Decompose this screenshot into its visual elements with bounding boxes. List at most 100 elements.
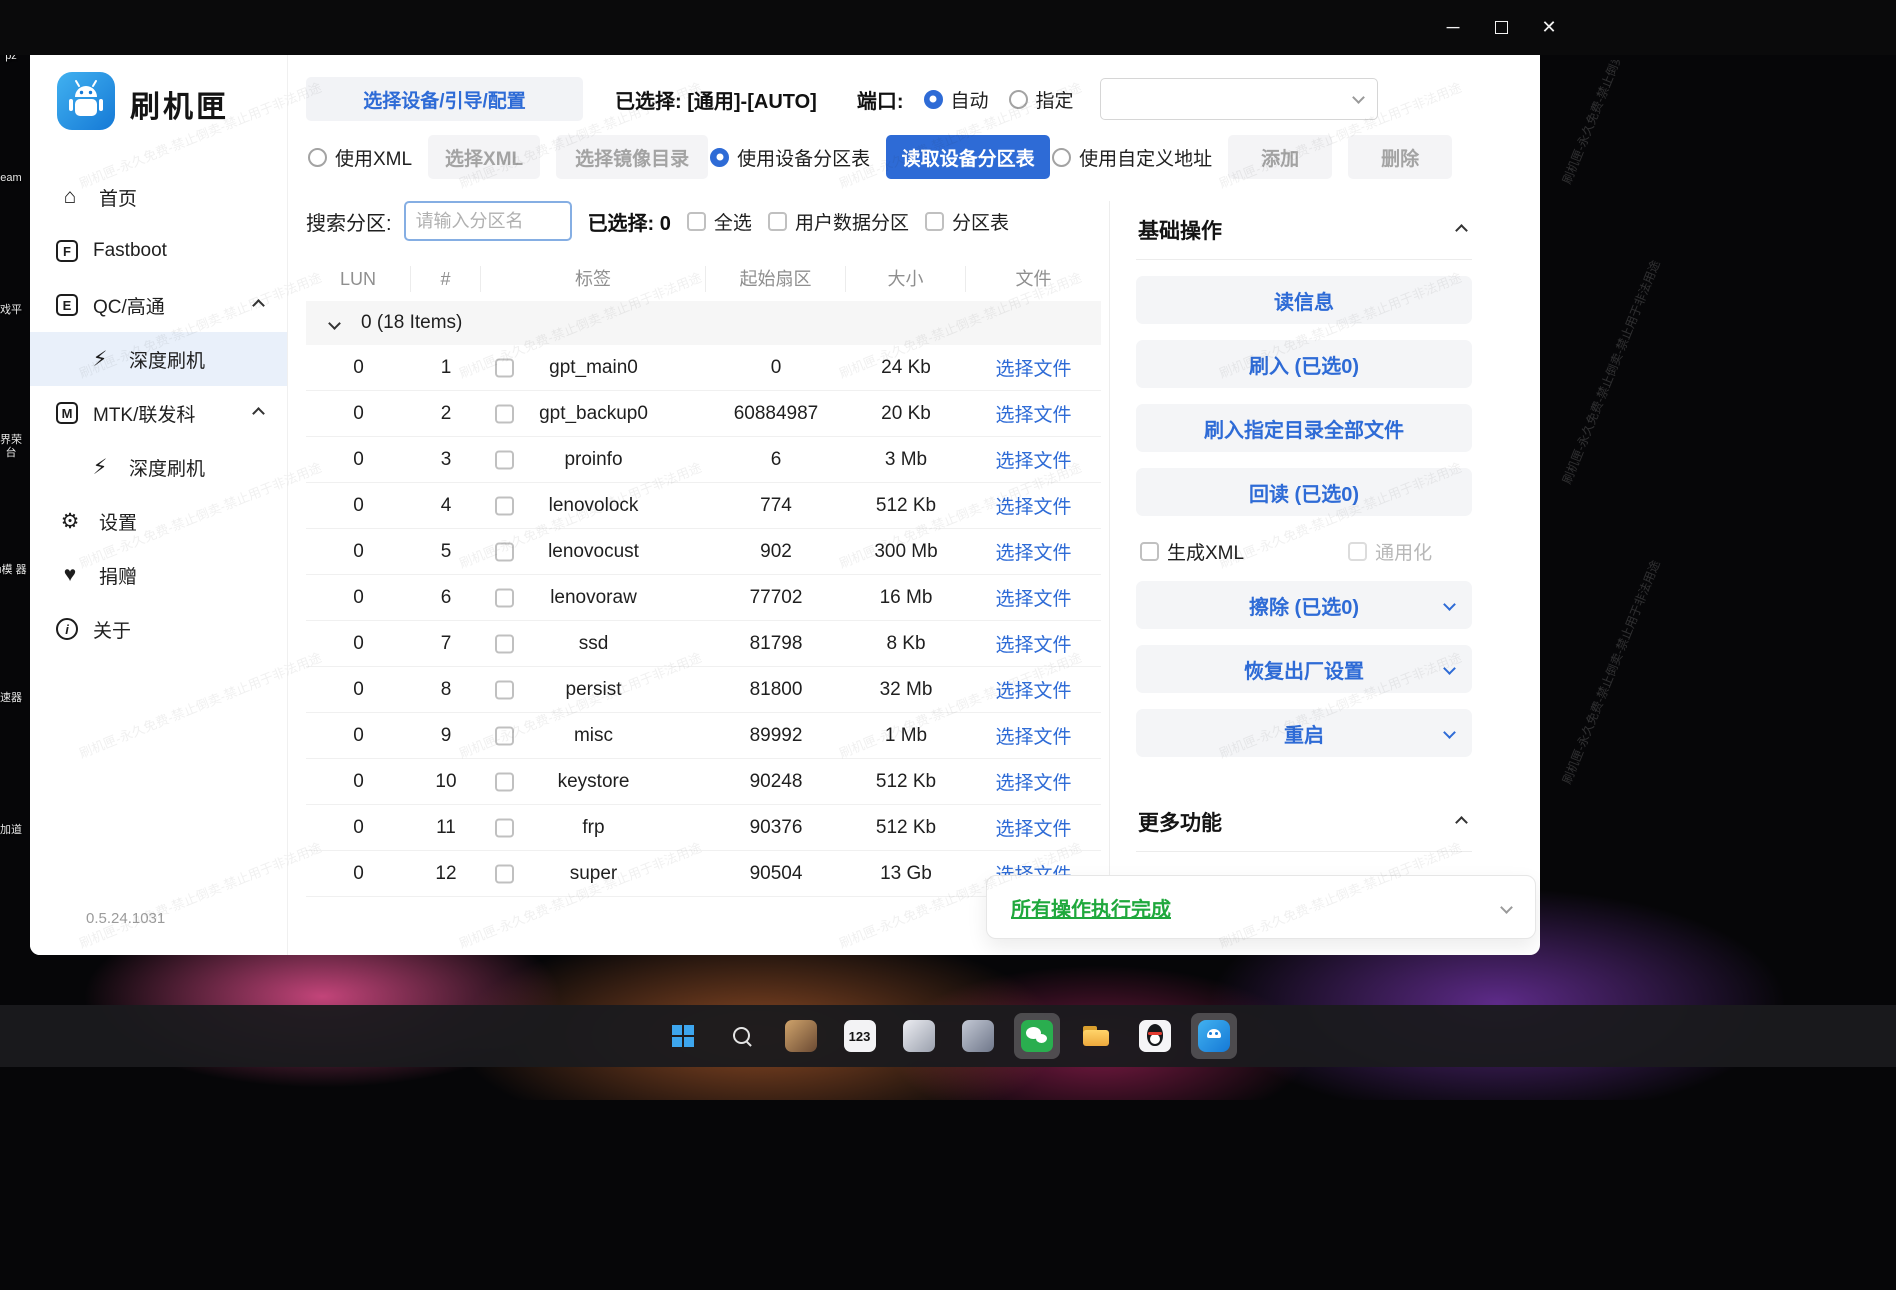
selected-device-caption: 已选择: [615,91,682,113]
table-row: 0 3 proinfo 6 3 Mb 选择文件 [306,437,1101,483]
row-checkbox[interactable] [495,726,514,745]
choose-file-link[interactable]: 选择文件 [995,635,1071,656]
use-xml-radio[interactable]: 使用XML [308,144,412,171]
partition-list-area: 搜索分区: 已选择: 0 全选 用户数据分区 [288,201,1110,897]
window-titlebar: ─ ✕ [0,0,1896,55]
choose-file-link[interactable]: 选择文件 [995,727,1071,748]
desktop-icon-5[interactable]: 速器 [0,688,28,705]
readback-button[interactable]: 回读 (已选0) [1136,468,1472,516]
read-device-table-button[interactable]: 读取设备分区表 [886,135,1050,179]
sidebar-item-m[interactable]: M MTK/联发科 [30,386,287,440]
generate-xml-checkbox[interactable]: 生成XML [1140,538,1244,565]
partition-table-checkbox[interactable]: 分区表 [925,208,1009,235]
maximize-button[interactable] [1484,11,1518,45]
erase-button[interactable]: 擦除 (已选0) [1136,581,1472,629]
row-checkbox[interactable] [495,450,514,469]
selected-device-value: [通用]-[AUTO] [687,91,817,113]
flash-box-app-icon[interactable] [1191,1013,1237,1059]
desktop-icon-3[interactable]: 界荣 台 [0,430,28,460]
use-device-table-radio[interactable]: 使用设备分区表 [710,144,870,171]
choose-file-link[interactable]: 选择文件 [995,589,1071,610]
choose-file-link[interactable]: 选择文件 [995,451,1071,472]
row-checkbox[interactable] [495,680,514,699]
game-genshin-icon[interactable] [778,1013,824,1059]
userdata-partition-checkbox[interactable]: 用户数据分区 [768,208,909,235]
add-button[interactable]: 添加 [1228,135,1332,179]
sidebar-item-deep-flash-3[interactable]: ⚡ 深度刷机 [30,332,287,386]
wechat-icon[interactable] [1014,1013,1060,1059]
choose-file-link[interactable]: 选择文件 [995,773,1071,794]
checkbox-icon [687,212,706,231]
sidebar-item-f[interactable]: F Fastboot [30,224,287,278]
sidebar-item-info[interactable]: i 关于 [30,602,287,656]
search-input[interactable] [404,201,572,241]
port-auto-radio[interactable]: 自动 [924,86,989,113]
col-file: 文件 [966,266,1101,292]
partition-source-row: 使用XML 选择XML 选择镜像目录 使用设备分区表 读取设备分区表 使用自定义… [288,121,1540,179]
status-text: 所有操作执行完成 [1011,893,1171,922]
desktop-icon-1[interactable]: eam [0,168,28,185]
choose-file-link[interactable]: 选择文件 [995,405,1071,426]
sidebar-item-gear[interactable]: ⚙ 设置 [30,494,287,548]
table-row: 0 12 super 90504 13 Gb 选择文件 [306,851,1101,897]
filter-bar: 搜索分区: 已选择: 0 全选 用户数据分区 [306,201,1109,241]
choose-file-link[interactable]: 选择文件 [995,681,1071,702]
desktop-icon-6[interactable]: 加道 [0,820,28,837]
choose-file-link[interactable]: 选择文件 [995,543,1071,564]
flash-directory-button[interactable]: 刷入指定目录全部文件 [1136,404,1472,452]
file-explorer-icon[interactable] [1073,1013,1119,1059]
select-xml-button[interactable]: 选择XML [428,135,540,179]
read-info-button[interactable]: 读信息 [1136,276,1472,324]
qq-icon[interactable] [1132,1013,1178,1059]
actions-panel: 基础操作 读信息 刷入 (已选0) 刷入指定目录全部文件 回读 (已选0) 生成… [1110,201,1522,897]
lightning-icon: ⚡ [86,455,114,480]
choose-file-link[interactable]: 选择文件 [995,497,1071,518]
select-all-checkbox[interactable]: 全选 [687,208,752,235]
row-checkbox[interactable] [495,818,514,837]
windows-start-icon[interactable] [660,1013,706,1059]
table-row: 0 8 persist 81800 32 Mb 选择文件 [306,667,1101,713]
radio-on-icon [710,148,729,167]
partition-group-row[interactable]: 0 (18 Items) [306,301,1101,345]
basic-ops-header[interactable]: 基础操作 [1136,205,1472,260]
reboot-button[interactable]: 重启 [1136,709,1472,757]
row-checkbox[interactable] [495,588,514,607]
display-widget-icon[interactable] [896,1013,942,1059]
row-checkbox[interactable] [495,634,514,653]
select-device-button[interactable]: 选择设备/引导/配置 [306,77,583,121]
port-device-select[interactable] [1100,78,1378,120]
choose-file-link[interactable]: 选择文件 [995,359,1071,380]
row-checkbox[interactable] [495,864,514,883]
game-figure-icon[interactable] [955,1013,1001,1059]
sidebar-item-e[interactable]: E QC/高通 [30,278,287,332]
universalize-checkbox[interactable]: 通用化 [1348,538,1432,565]
port-specify-radio[interactable]: 指定 [1009,86,1074,113]
search-icon[interactable] [719,1013,765,1059]
delete-button[interactable]: 删除 [1348,135,1452,179]
flash-button[interactable]: 刷入 (已选0) [1136,340,1472,388]
minimize-button[interactable]: ─ [1436,11,1470,45]
row-checkbox[interactable] [495,496,514,515]
status-box[interactable]: 所有操作执行完成 [986,875,1536,939]
select-image-dir-button[interactable]: 选择镜像目录 [556,135,708,179]
desktop-icon-2[interactable]: 戏平 [0,300,28,317]
factory-reset-button[interactable]: 恢复出厂设置 [1136,645,1472,693]
row-checkbox[interactable] [495,404,514,423]
sidebar-item-donate[interactable]: ♥ 捐赠 [30,548,287,602]
desktop-icon-4[interactable]: u模 器 [0,560,28,577]
sidebar-item-home[interactable]: ⌂ 首页 [30,170,287,224]
main-area: 选择设备/引导/配置 已选择: [通用]-[AUTO] 端口: 自动 指定 [288,55,1540,955]
more-functions-header[interactable]: 更多功能 [1136,797,1472,852]
table-row: 0 7 ssd 81798 8 Kb 选择文件 [306,621,1101,667]
choose-file-link[interactable]: 选择文件 [995,819,1071,840]
input-123-icon[interactable]: 123 [837,1013,883,1059]
sidebar-item-deep-flash-5[interactable]: ⚡ 深度刷机 [30,440,287,494]
row-checkbox[interactable] [495,358,514,377]
row-checkbox[interactable] [495,772,514,791]
row-checkbox[interactable] [495,542,514,561]
letter-m-icon: M [56,402,78,424]
use-custom-address-radio[interactable]: 使用自定义地址 [1052,144,1212,171]
col-size: 大小 [846,266,966,292]
panel-checkbox-row: 生成XML 通用化 [1136,538,1472,565]
close-button[interactable]: ✕ [1532,11,1566,45]
